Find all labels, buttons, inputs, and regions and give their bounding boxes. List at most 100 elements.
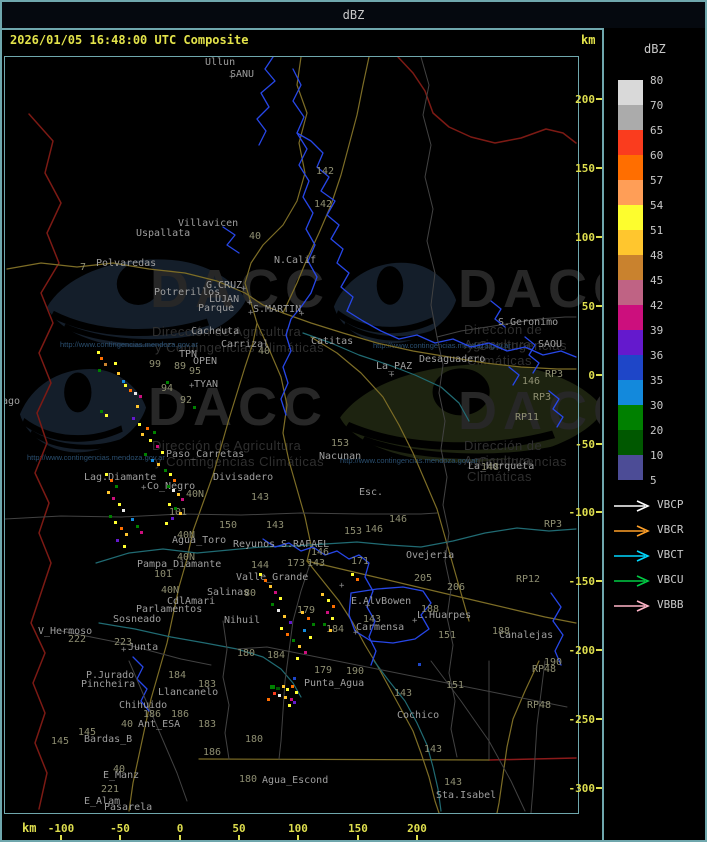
colorbar-box — [618, 455, 643, 480]
legend-title: dBZ — [644, 42, 666, 56]
map-place-label: Divisadero — [213, 472, 274, 483]
map-site-cross-marker: + — [189, 381, 195, 391]
radar-echo-cell — [259, 573, 262, 576]
map-site-cross-marker: + — [365, 601, 371, 611]
radar-echo-cell — [277, 609, 280, 612]
colorbar-tick-label: 65 — [650, 124, 664, 137]
map-place-label: ago — [5, 396, 21, 407]
radar-echo-cell — [174, 507, 177, 510]
y-axis-tick-label: -300 — [568, 782, 596, 795]
map-road-number-label: 145 — [51, 736, 70, 747]
radar-echo-cell — [309, 636, 312, 639]
map-road-number-label: 179 — [314, 665, 333, 676]
radar-echo-cell — [418, 663, 421, 666]
map-place-label: Junta — [128, 642, 159, 653]
y-axis-tick — [596, 167, 602, 169]
radar-echo-cell — [100, 357, 103, 360]
x-axis-tick — [119, 835, 121, 840]
radar-echo-cell — [288, 704, 291, 707]
radar-echo-cell — [122, 509, 125, 512]
map-road-number-label: RP3 — [533, 392, 552, 403]
radar-echo-cell — [97, 351, 100, 354]
colorbar-box — [618, 305, 643, 330]
radar-echo-cell — [279, 597, 282, 600]
map-road-number-label: 92 — [180, 395, 193, 406]
map-road-number-label: 190 — [346, 666, 365, 677]
map-place-label: Nacunan — [319, 451, 362, 462]
map-road-number-label: 183 — [198, 719, 217, 730]
map-place-label: Sta.Isabel — [436, 790, 497, 801]
map-road-number-label: 101 — [154, 569, 173, 580]
map-road-number-label: 186 — [203, 747, 222, 758]
map-road-number-label: 40N — [177, 552, 196, 563]
radar-echo-cell — [274, 591, 277, 594]
map-line — [280, 68, 318, 416]
map-road-number-label: 145 — [78, 727, 97, 738]
map-road-number-label: RP48 — [532, 664, 557, 675]
map-road-number-label: 153 — [331, 438, 350, 449]
map-line — [420, 57, 438, 338]
y-axis-tick-label: 200 — [575, 93, 595, 106]
y-axis-tick — [596, 511, 602, 513]
y-axis-tick — [596, 649, 602, 651]
colorbar-tick-label: 57 — [650, 174, 664, 187]
map-place-label: Pasarela — [104, 802, 153, 813]
colorbar-box — [618, 155, 643, 180]
map-road-number-label: 153 — [344, 526, 363, 537]
radar-app-window: dBZ 2026/01/05 16:48:00 UTC Composite km… — [0, 0, 707, 842]
map-place-label: Catitas — [311, 336, 354, 347]
y-axis-tick-label: -100 — [568, 506, 596, 519]
colorbar-box — [618, 405, 643, 430]
colorbar-tick-label: 70 — [650, 99, 664, 112]
x-axis-tick-label: -100 — [47, 822, 75, 835]
map-line — [222, 620, 230, 760]
vbcu-arrow-icon — [612, 573, 654, 587]
radar-echo-cell — [329, 629, 332, 632]
radar-echo-cell — [110, 479, 113, 482]
map-road-number-label: 188 — [421, 604, 440, 615]
map-road-number-label: 143 — [424, 744, 443, 755]
radar-echo-cell — [291, 685, 294, 688]
y-axis-tick-label: 100 — [575, 231, 595, 244]
radar-echo-cell — [139, 395, 142, 398]
map-road-number-label: 150 — [219, 520, 238, 531]
radar-echo-cell — [136, 525, 139, 528]
map-place-label: Uspallata — [136, 228, 191, 239]
map-road-number-label: 186 — [143, 709, 162, 720]
colorbar-box — [618, 255, 643, 280]
colorbar-box — [618, 330, 643, 355]
map-place-label: E.AlvBowen — [351, 596, 412, 607]
radar-echo-cell — [264, 579, 267, 582]
radar-echo-cell — [146, 427, 149, 430]
map-place-label: Parque — [198, 303, 235, 314]
x-axis-tick — [60, 835, 62, 840]
map-road-number-label: 179 — [297, 605, 316, 616]
map-site-cross-marker: + — [299, 309, 305, 319]
vector-legend-label: VBCP — [657, 498, 684, 511]
colorbar-tick-label: 60 — [650, 149, 664, 162]
radar-echo-cell — [327, 599, 330, 602]
x-axis-tick-label: 150 — [348, 822, 368, 835]
radar-echo-cell — [269, 585, 272, 588]
map-road-number-label: 148 — [481, 462, 500, 473]
map-road-number-label: 146 — [311, 547, 330, 558]
radar-echo-cell — [151, 459, 154, 462]
map-road-number-label: 183 — [198, 679, 217, 690]
legend-panel: dBZ 80 70 65 60 57 54 51 48 45 42 39 36 35 30 20 10 5 VB… — [604, 30, 705, 840]
radar-echo-cell — [332, 605, 335, 608]
map-road-number-label: 171 — [351, 556, 370, 567]
map-site-cross-marker: + — [353, 628, 359, 638]
radar-echo-cell — [271, 603, 274, 606]
radar-echo-cell — [331, 617, 334, 620]
radar-echo-cell — [107, 491, 110, 494]
x-axis-tick — [179, 835, 181, 840]
radar-echo-cell — [267, 698, 270, 701]
map-place-label: S.MARTIN — [253, 304, 302, 315]
radar-echo-cell — [179, 512, 182, 515]
radar-echo-cell — [356, 578, 359, 581]
radar-echo-cell — [115, 485, 118, 488]
y-axis-tick-label: -250 — [568, 713, 596, 726]
radar-echo-cell — [136, 405, 139, 408]
vector-legend-label: VBBB — [657, 598, 684, 611]
radar-echo-cell — [105, 473, 108, 476]
